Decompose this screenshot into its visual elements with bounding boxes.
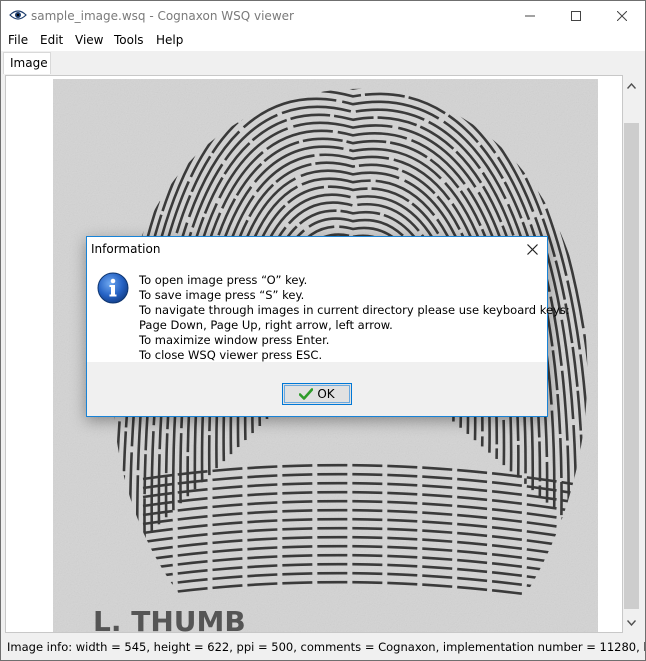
ok-button[interactable]: OK [282, 383, 352, 405]
close-icon [526, 244, 538, 255]
dialog-message: To open image press “O” key. To save ima… [139, 273, 570, 363]
scroll-down-button[interactable] [623, 614, 640, 631]
checkmark-icon [299, 388, 314, 400]
close-icon [617, 11, 627, 21]
information-dialog: Information To open image press “O” key.… [86, 236, 570, 417]
chevron-down-icon [627, 619, 636, 626]
close-button[interactable] [599, 1, 645, 31]
image-info-text: Image info: width = 545, height = 622, p… [7, 640, 645, 654]
scrollbar-thumb[interactable] [624, 123, 639, 609]
message-line: To save image press “S” key. [139, 288, 305, 302]
message-line: To open image press “O” key. [139, 273, 308, 287]
tab-strip: Image [1, 51, 645, 74]
minimize-icon [525, 15, 535, 17]
chevron-up-icon [627, 82, 636, 89]
eye-icon [9, 10, 27, 20]
dialog-title-bar[interactable]: Information [87, 237, 547, 262]
dialog-title: Information [91, 242, 161, 256]
tab-image-label: Image [10, 56, 48, 70]
menu-tools[interactable]: Tools [114, 33, 144, 47]
maximize-button[interactable] [553, 1, 599, 31]
dialog-body: To open image press “O” key. To save ima… [87, 262, 570, 362]
dialog-close-button[interactable] [517, 237, 547, 262]
menu-bar: File Edit View Tools Help [1, 31, 645, 51]
minimize-button[interactable] [507, 1, 553, 31]
thumb-label-mark: L. THUMB [93, 605, 246, 633]
maximize-icon [571, 11, 581, 21]
ok-button-label: OK [317, 387, 335, 401]
message-line: To navigate through images in current di… [139, 303, 570, 317]
info-icon [97, 272, 129, 304]
menu-help[interactable]: Help [156, 33, 183, 47]
scroll-up-button[interactable] [623, 77, 640, 94]
message-line: To maximize window press Enter. [139, 333, 330, 347]
menu-edit[interactable]: Edit [40, 33, 63, 47]
title-bar[interactable]: sample_image.wsq - Cognaxon WSQ viewer [1, 1, 645, 31]
message-line: Page Down, Page Up, right arrow, left ar… [139, 318, 393, 332]
window-title: sample_image.wsq - Cognaxon WSQ viewer [31, 9, 294, 23]
status-bar: Image info: width = 545, height = 622, p… [1, 636, 645, 660]
tab-image[interactable]: Image [3, 52, 51, 74]
vertical-scrollbar[interactable] [623, 75, 640, 633]
menu-file[interactable]: File [8, 33, 28, 47]
menu-view[interactable]: View [75, 33, 103, 47]
message-line: To close WSQ viewer press ESC. [139, 348, 323, 362]
